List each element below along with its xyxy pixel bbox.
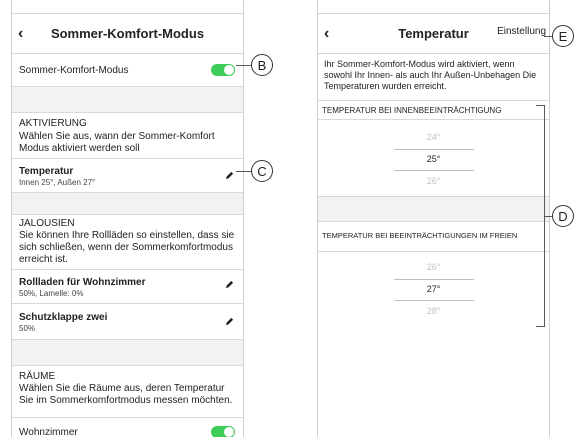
blind-item-title: Rollladen für Wohnzimmer (19, 277, 146, 288)
pencil-icon[interactable] (225, 171, 234, 180)
activation-title: AKTIVIERUNG (19, 118, 87, 129)
blinds-title: JALOUSIEN (19, 218, 75, 229)
callout-leader-b (236, 65, 252, 66)
description-text: Ihr Sommer-Komfort-Modus wird aktiviert,… (324, 59, 537, 91)
back-icon[interactable]: ‹ (18, 25, 34, 43)
picker-option[interactable]: 28° (318, 300, 549, 322)
picker-divider (393, 170, 474, 171)
blinds-description: Sie können Ihre Rollläden so einstellen,… (19, 230, 235, 265)
outdoor-label-row: TEMPERATUR BEI BEEINTRÄCHTIGUNGEN IM FRE… (318, 222, 549, 252)
callout-d: D (552, 205, 574, 227)
picker-divider (393, 279, 474, 280)
back-icon[interactable]: ‹ (324, 25, 340, 43)
callout-bracket-top (536, 105, 545, 106)
outdoor-picker[interactable]: 26° 27° 28° (318, 252, 549, 328)
blind-item-title: Schutzklappe zwei (19, 312, 108, 323)
status-bar (12, 0, 243, 14)
temperature-item-title: Temperatur (19, 166, 74, 177)
blinds-section: JALOUSIEN Sie können Ihre Rollläden so e… (12, 215, 243, 270)
picker-divider (393, 300, 474, 301)
blind-item-subtitle: 50%, Lamelle: 0% (19, 289, 84, 298)
callout-c: C (251, 160, 273, 182)
activation-description: Wählen Sie aus, wann der Sommer-Komfort … (19, 131, 215, 154)
room-item-wohnzimmer: Wohnzimmer (12, 418, 243, 437)
mode-toggle[interactable] (211, 64, 235, 76)
picker-option[interactable]: 26° (318, 170, 549, 192)
callout-b: B (251, 54, 273, 76)
rooms-section: RÄUME Wählen Sie die Räume aus, deren Te… (12, 366, 243, 418)
room-item-label: Wohnzimmer (19, 427, 78, 437)
callout-leader-c (236, 171, 252, 172)
callout-e: E (552, 25, 574, 47)
spacer-band (318, 196, 549, 222)
blind-item-1[interactable]: Rollladen für Wohnzimmer 50%, Lamelle: 0… (12, 270, 243, 304)
mode-toggle-label: Sommer-Komfort-Modus (19, 65, 129, 76)
blind-item-2[interactable]: Schutzklappe zwei 50% (12, 304, 243, 340)
toggle-knob (224, 65, 234, 75)
spacer-band (12, 87, 243, 113)
picker-option-selected[interactable]: 25° (318, 148, 549, 170)
spacer-band (12, 340, 243, 366)
callout-bracket-bottom (536, 326, 545, 327)
room-toggle[interactable] (211, 426, 235, 437)
left-header: ‹ Sommer-Komfort-Modus (12, 14, 243, 54)
status-bar (318, 0, 549, 14)
indoor-picker[interactable]: 24° 25° 26° (318, 120, 549, 196)
activation-section: AKTIVIERUNG Wählen Sie aus, wann der Som… (12, 113, 243, 159)
mode-toggle-row: Sommer-Komfort-Modus (12, 54, 243, 87)
temperature-item[interactable]: Temperatur Innen 25°, Außen 27° (12, 159, 243, 193)
picker-option-selected[interactable]: 27° (318, 278, 549, 300)
toggle-knob (224, 427, 234, 437)
page-title: Sommer-Komfort-Modus (50, 26, 205, 41)
settings-link[interactable]: Einstellung (497, 26, 546, 37)
rooms-description: Wählen Sie die Räume aus, deren Temperat… (19, 383, 233, 406)
pencil-icon[interactable] (225, 280, 234, 289)
right-screen: ‹ Temperatur Einstellung Ihr Sommer-Komf… (317, 0, 550, 437)
outdoor-label: TEMPERATUR BEI BEEINTRÄCHTIGUNGEN IM FRE… (322, 231, 518, 240)
pencil-icon[interactable] (225, 317, 234, 326)
temperature-item-subtitle: Innen 25°, Außen 27° (19, 178, 96, 187)
description-block: Ihr Sommer-Komfort-Modus wird aktiviert,… (318, 54, 549, 100)
right-header: ‹ Temperatur Einstellung (318, 14, 549, 54)
picker-divider (393, 149, 474, 150)
picker-option[interactable]: 24° (318, 126, 549, 148)
indoor-label: TEMPERATUR BEI INNENBEEINTRÄCHTIGUNG (322, 106, 502, 115)
blind-item-subtitle: 50% (19, 324, 36, 333)
rooms-title: RÄUME (19, 371, 56, 382)
picker-option[interactable]: 26° (318, 256, 549, 278)
spacer-band (12, 193, 243, 215)
indoor-label-row: TEMPERATUR BEI INNENBEEINTRÄCHTIGUNG (318, 100, 549, 120)
left-screen: ‹ Sommer-Komfort-Modus Sommer-Komfort-Mo… (11, 0, 244, 437)
